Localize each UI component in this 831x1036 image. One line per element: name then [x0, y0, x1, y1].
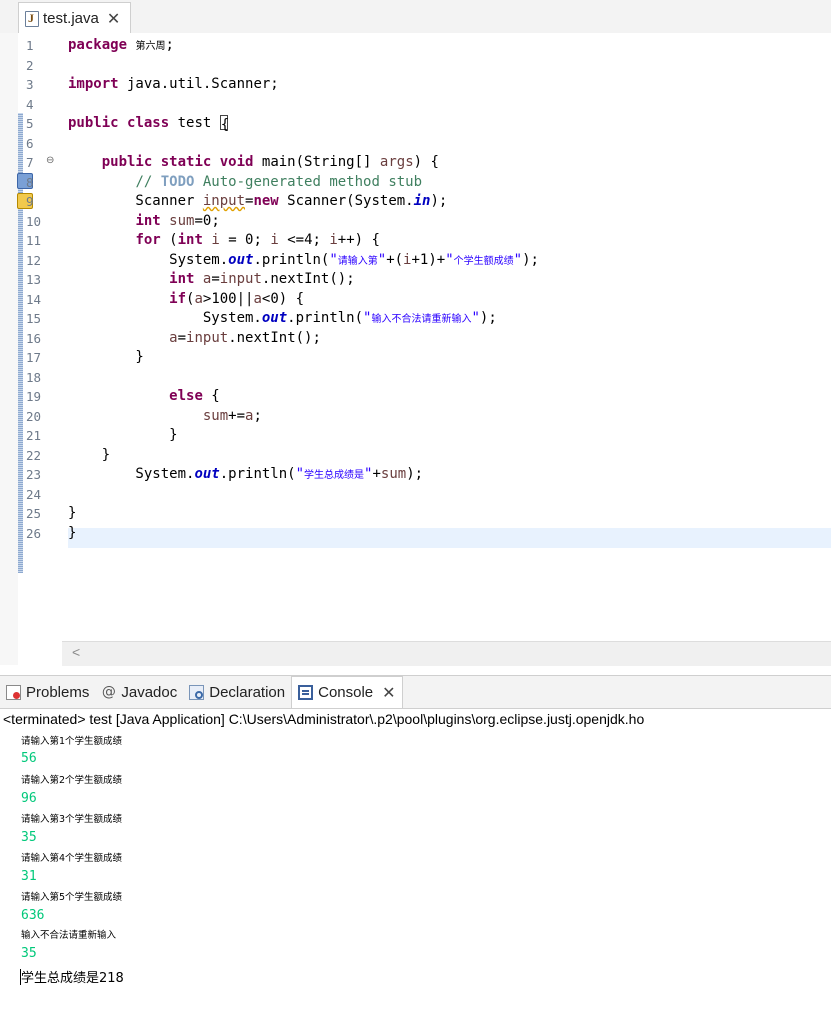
line-number: 10 [26, 213, 42, 229]
code-line[interactable]: else { [68, 387, 220, 407]
console-status-line: <terminated> test [Java Application] C:\… [3, 711, 645, 727]
line-number: 6 [26, 135, 34, 151]
code-line[interactable]: if(a>100||a<0) { [68, 290, 304, 310]
console-input-line: 56 [21, 751, 37, 766]
scroll-left-arrow-icon[interactable]: < [72, 644, 80, 660]
line-number: 12 [26, 252, 42, 268]
code-line[interactable]: } [68, 426, 177, 446]
code-line[interactable]: int a=input.nextInt(); [68, 270, 354, 290]
code-line[interactable]: Scanner input=new Scanner(System.in); [68, 192, 447, 212]
console-output-line: 学生总成绩是218 [21, 971, 124, 986]
line-number: 24 [26, 486, 42, 502]
tab-console-label: Console [318, 684, 374, 701]
line-number: 11 [26, 233, 42, 248]
line-number: 8 [26, 174, 34, 190]
horizontal-scrollbar[interactable]: < [62, 641, 831, 666]
line-number: 1 [26, 38, 34, 53]
code-line[interactable]: // TODO Auto-generated method stub [68, 173, 422, 193]
declaration-icon [189, 685, 205, 700]
code-line[interactable]: System.out.println("请输入第"+(i+1)+"个学生额成绩"… [68, 251, 539, 271]
code-line[interactable]: import java.util.Scanner; [68, 75, 279, 95]
line-number: 4 [26, 96, 34, 112]
line-number: 26 [26, 525, 42, 541]
code-line[interactable]: for (int i = 0; i <=4; i++) { [68, 231, 380, 251]
line-number: 18 [26, 369, 42, 385]
line-number: 14 [26, 291, 42, 307]
line-number: 5 [26, 116, 34, 131]
console-output-line: 输入不合法请重新输入 [21, 930, 117, 941]
code-text-area[interactable]: package 第六周; import java.util.Scanner; pub… [68, 33, 831, 641]
line-number: 3 [26, 77, 34, 92]
tab-declaration[interactable]: Declaration [183, 677, 291, 708]
line-number: 19 [26, 389, 42, 404]
tab-javadoc[interactable]: @ Javadoc [95, 677, 183, 708]
tab-problems-label: Problems [26, 684, 90, 701]
editor-tab-label: test.java [43, 10, 99, 27]
line-number-gutter: 1 2 3 4 5 6 7 8 9 10 11 12 13 14 15 16 17 18 19 20 21 22 23 24 2… [0, 33, 62, 641]
console-output[interactable]: 请输入第1个学生额成绩 56 请输入第2个学生额成绩 96 请输入第3个学生额成绩 35 请… [0, 733, 831, 1036]
tab-console[interactable]: Console ✕ [291, 676, 403, 708]
code-line[interactable]: public class test { [68, 114, 229, 134]
code-editor[interactable]: 1 2 3 4 5 6 7 8 9 10 11 12 13 14 15 16 17 18 19 20 21 22 23 24 2… [0, 33, 831, 666]
at-icon: @ [101, 684, 116, 700]
code-line[interactable]: System.out.println("输入不合法请重新输入"); [68, 309, 497, 329]
tab-declaration-label: Declaration [209, 684, 286, 701]
console-input-line: 35 [21, 830, 37, 845]
code-line[interactable]: a=input.nextInt(); [68, 329, 321, 349]
editor-tab-test-java[interactable]: test.java ✕ [18, 2, 132, 34]
code-line[interactable]: } [68, 524, 76, 544]
code-line[interactable]: int sum=0; [68, 212, 219, 232]
line-number: 23 [26, 467, 42, 482]
console-icon [298, 685, 314, 700]
line-number: 13 [26, 272, 42, 287]
code-line[interactable]: } [68, 348, 143, 368]
line-number: 15 [26, 311, 42, 326]
console-output-line: 请输入第3个学生额成绩 [21, 814, 123, 825]
code-line[interactable]: System.out.println("学生总成绩是"+sum); [68, 465, 423, 485]
tab-javadoc-label: Javadoc [121, 684, 178, 701]
editor-tab-bar: test.java ✕ [0, 0, 831, 34]
line-number: 20 [26, 408, 42, 424]
close-icon[interactable]: ✕ [107, 9, 120, 29]
panel-tab-bar: Problems @ Javadoc Declaration Console ✕ [0, 675, 831, 709]
line-number: 22 [26, 447, 42, 463]
problems-icon [6, 685, 21, 700]
line-number: 9 [26, 194, 34, 209]
console-input-line: 31 [21, 869, 37, 884]
console-output-line: 请输入第5个学生额成绩 [21, 892, 123, 903]
code-line[interactable]: package 第六周; [68, 36, 174, 56]
close-icon[interactable]: ✕ [382, 683, 395, 703]
console-output-line: 请输入第4个学生额成绩 [21, 853, 123, 864]
line-number: 21 [26, 428, 42, 443]
line-number: 16 [26, 330, 42, 346]
tab-problems[interactable]: Problems [0, 677, 95, 708]
console-input-line: 96 [21, 791, 37, 806]
code-line[interactable]: } [68, 446, 110, 466]
console-input-line: 636 [21, 908, 45, 923]
current-line-highlight [68, 528, 831, 548]
line-number: 25 [26, 506, 42, 521]
line-number: 2 [26, 57, 34, 73]
console-input-line: 35 [21, 946, 37, 961]
console-output-line: 请输入第2个学生额成绩 [21, 775, 123, 786]
code-line[interactable]: public static void main(String[] args) { [68, 153, 439, 173]
console-output-line: 请输入第1个学生额成绩 [21, 736, 123, 747]
code-line[interactable]: sum+=a; [68, 407, 262, 427]
line-number: 17 [26, 350, 42, 365]
fold-collapse-icon[interactable]: ⊖ [46, 155, 54, 166]
code-line[interactable]: } [68, 504, 76, 524]
java-file-icon [25, 10, 39, 27]
text-caret [20, 969, 21, 985]
